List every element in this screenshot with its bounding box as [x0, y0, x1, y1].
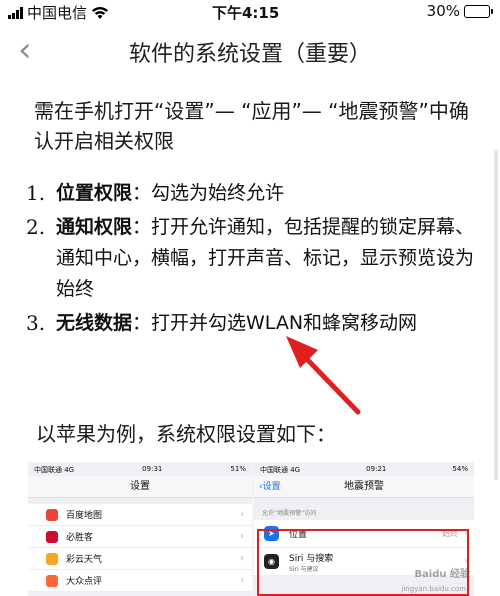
list-item: 彩云天气 ›: [28, 548, 252, 570]
clock: 下午4:15: [212, 4, 280, 22]
battery-icon: [464, 4, 493, 18]
earthquake-settings-screenshot: 中国联通 4G 09:21 54% ‹设置 地震预警 允许“地震预警”访问 ➤ …: [254, 462, 474, 596]
wifi-icon: [92, 6, 109, 19]
app-icon: [46, 530, 58, 543]
step-number: 3.: [26, 311, 46, 335]
intro-text: 需在手机打开“设置”— “应用”— “地震预警”中确认开启相关权限: [34, 99, 469, 153]
step-term: 位置权限: [56, 182, 133, 204]
list-item: 3. 无线数据：打开并勾选WLAN和蜂窝移动网: [26, 308, 476, 339]
list-item: 百度地图 ›: [28, 504, 252, 526]
settings-screenshot: 中国联通 4G 09:31 51% 设置 百度地图 › 必胜客 › 彩云天气 › 大众…: [28, 462, 252, 596]
page-title: 软件的系统设置（重要）: [128, 42, 371, 67]
step-text: ：打开并勾选WLAN和蜂窝移动网: [132, 312, 418, 334]
battery-percent: 30%: [426, 2, 460, 20]
mini-title: 设置: [130, 481, 150, 492]
embedded-screenshot: 中国联通 4G 09:31 51% 设置 百度地图 › 必胜客 › 彩云天气 › 大众…: [28, 462, 474, 596]
step-text: ：勾选为始终允许: [132, 182, 285, 204]
scrollbar[interactable]: [494, 150, 498, 480]
list-item: 1. 位置权限：勾选为始终允许: [26, 178, 476, 209]
nav-bar: ‹ 软件的系统设置（重要）: [0, 26, 500, 76]
watermark-url: jingyan.baidu.com: [401, 585, 466, 593]
signal-icon: [8, 6, 23, 19]
section-header: 允许“地震预警”访问: [262, 510, 317, 517]
list-item: 大众点评 ›: [28, 570, 252, 592]
carrier-label: 中国电信: [27, 4, 88, 22]
step-number: 2.: [26, 215, 46, 239]
step-number: 1.: [26, 181, 46, 205]
app-icon: [46, 552, 58, 565]
app-icon: [46, 508, 58, 521]
example-caption: 以苹果为例，系统权限设置如下：: [36, 422, 336, 446]
list-item: 必胜客 ›: [28, 526, 252, 548]
status-bar: 中国电信 下午4:15 30%: [0, 0, 500, 22]
step-term: 无线数据: [56, 312, 133, 334]
step-term: 通知权限: [56, 216, 133, 238]
app-icon: [46, 574, 58, 587]
list-item: 2. 通知权限：打开允许通知，包括提醒的锁定屏幕、通知中心，横幅，打开声音、标记…: [26, 212, 476, 305]
mini-back: ‹设置: [259, 482, 281, 492]
steps-list: 1. 位置权限：勾选为始终允许 2. 通知权限：打开允许通知，包括提醒的锁定屏幕…: [26, 178, 476, 342]
watermark: Baidu 经验: [414, 569, 470, 580]
mini-title: 地震预警: [344, 481, 384, 492]
